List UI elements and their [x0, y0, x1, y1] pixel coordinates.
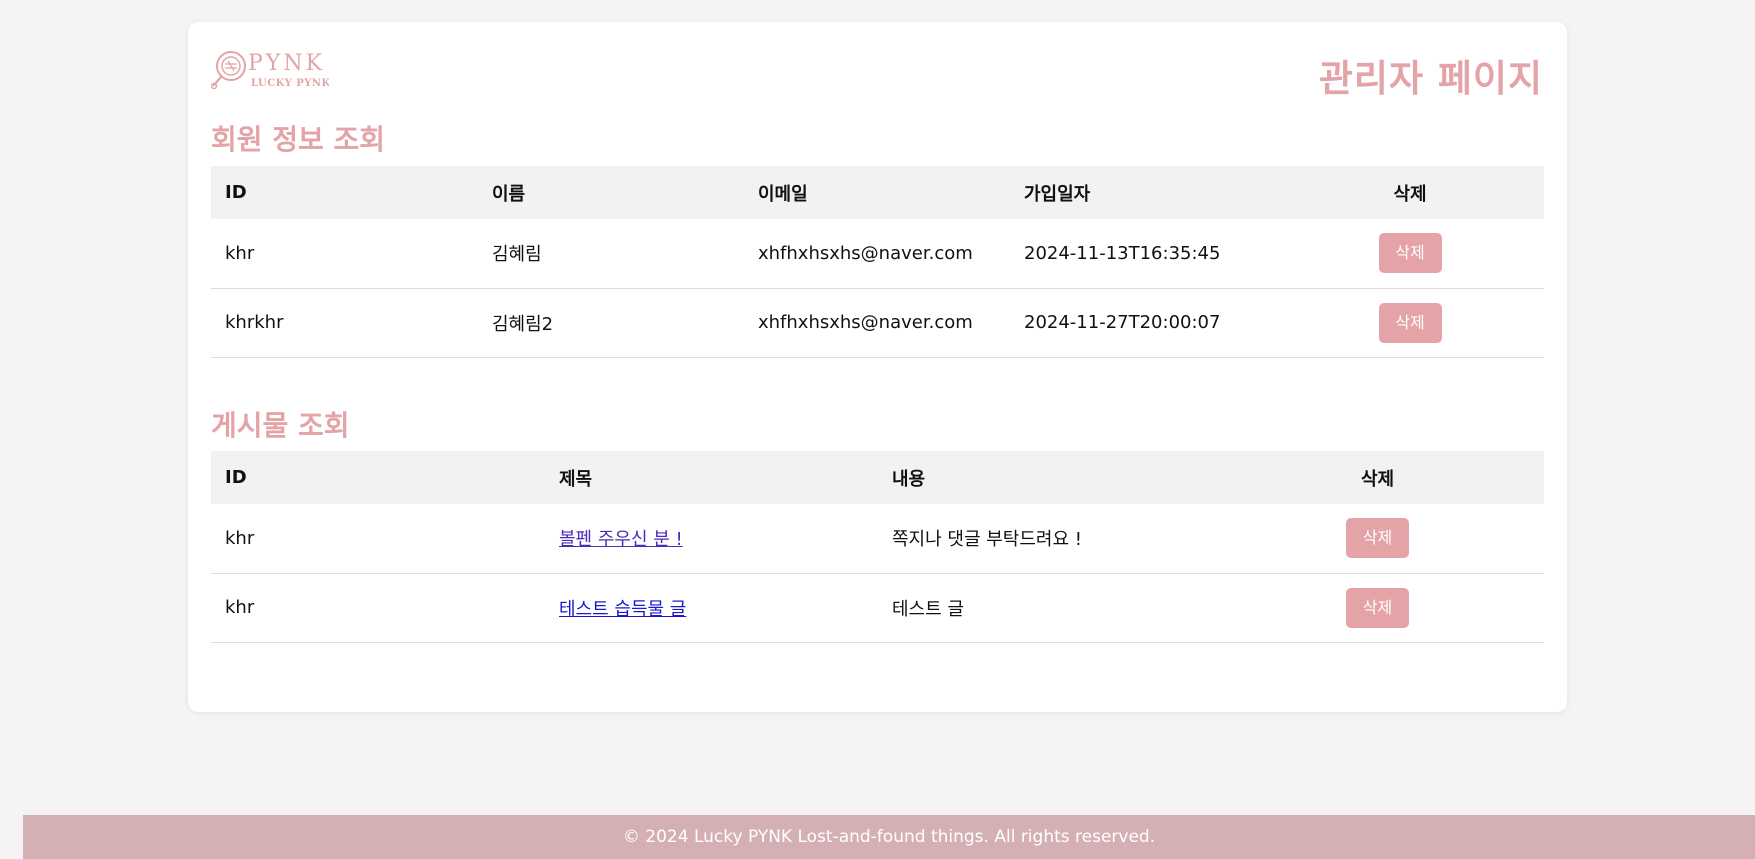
member-col-joined: 가입일자 [1024, 183, 1091, 205]
post-title-link[interactable]: 테스트 습득물 글 [559, 599, 686, 620]
logo-subtext: LUCKY PYNK [251, 78, 329, 89]
post-section-title: 게시물 조회 [211, 409, 350, 442]
member-table: ID 이름 이메일 가입일자 삭제 khr 김혜림 xhfhxhsxhs@nav… [211, 166, 1544, 358]
delete-post-button[interactable]: 삭제 [1346, 587, 1409, 628]
post-content: 테스트 글 [892, 598, 964, 620]
post-id: khr [225, 597, 255, 618]
post-title-cell: 볼펜 주우신 분 ! [545, 504, 878, 573]
member-delete-cell: 삭제 [1276, 219, 1544, 288]
member-joined: 2024-11-27T20:00:07 [1024, 312, 1221, 333]
member-col-name: 이름 [492, 183, 526, 205]
member-id: khr [225, 242, 255, 264]
post-title-cell: 테스트 습득물 글 [545, 573, 878, 642]
member-delete-cell: 삭제 [1276, 288, 1544, 357]
member-row: khr 김혜림 xhfhxhsxhs@naver.com 2024-11-13T… [211, 219, 1544, 288]
post-table-header: ID 제목 내용 삭제 [211, 451, 1544, 504]
post-row: khr 볼펜 주우신 분 ! 쪽지나 댓글 부탁드려요 ! 삭제 [211, 504, 1544, 573]
lucky-pynk-logo[interactable]: PYNK LUCKY PYNK [211, 48, 329, 90]
post-table: ID 제목 내용 삭제 khr 볼펜 주우신 분 ! 쪽지나 댓글 부탁드려요 … [211, 451, 1544, 643]
member-col-delete: 삭제 [1393, 183, 1427, 205]
page-title: 관리자 페이지 [1318, 57, 1543, 100]
member-joined: 2024-11-13T16:35:45 [1024, 242, 1221, 264]
member-section-title: 회원 정보 조회 [211, 123, 386, 156]
post-col-delete: 삭제 [1360, 468, 1395, 490]
post-col-content: 내용 [892, 468, 926, 490]
delete-post-button[interactable]: 삭제 [1346, 518, 1409, 559]
logo-wordmark: PYNK [248, 51, 325, 76]
member-table-header: ID 이름 이메일 가입일자 삭제 [211, 166, 1544, 219]
post-col-title: 제목 [559, 468, 593, 490]
member-email: xhfhxhsxhs@naver.com [758, 312, 973, 333]
post-title-link[interactable]: 볼펜 주우신 분 ! [559, 529, 683, 550]
post-row: khr 테스트 습득물 글 테스트 글 삭제 [211, 573, 1544, 642]
member-col-id: ID [225, 182, 247, 203]
member-name: 김혜림2 [492, 313, 554, 335]
delete-member-button[interactable]: 삭제 [1378, 233, 1442, 274]
footer: © 2024 Lucky PYNK Lost-and-found things.… [23, 815, 1755, 859]
post-id: khr [225, 527, 255, 549]
post-col-id: ID [225, 467, 247, 488]
delete-member-button[interactable]: 삭제 [1378, 302, 1442, 343]
post-delete-cell: 삭제 [1211, 573, 1544, 642]
post-content: 쪽지나 댓글 부탁드려요 ! [892, 529, 1082, 551]
member-col-email: 이메일 [758, 183, 808, 205]
member-name: 김혜림 [492, 244, 542, 266]
logo-icon: PYNK LUCKY PYNK [211, 51, 329, 90]
member-row: khrkhr 김혜림2 xhfhxhsxhs@naver.com 2024-11… [211, 288, 1544, 357]
post-delete-cell: 삭제 [1211, 504, 1544, 573]
admin-card: PYNK LUCKY PYNK 관리자 페이지 회원 정보 조회 ID 이름 이… [188, 22, 1567, 712]
member-email: xhfhxhsxhs@naver.com [758, 242, 973, 264]
member-id: khrkhr [225, 312, 284, 333]
